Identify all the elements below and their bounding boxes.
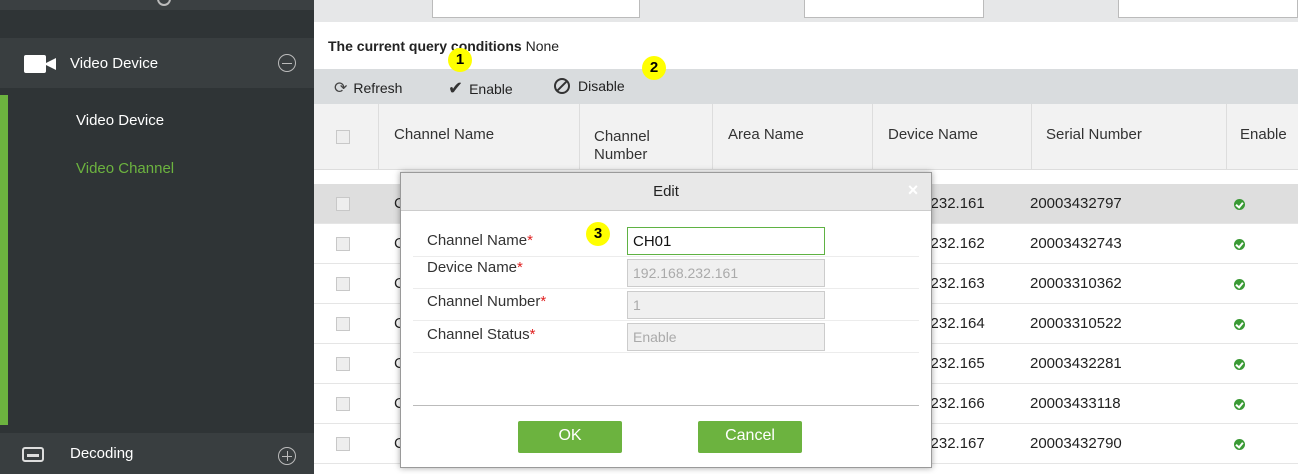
disable-button[interactable]: Disable [554, 78, 625, 94]
refresh-button[interactable]: ⟳ Refresh [334, 78, 402, 98]
dialog-title: Edit [653, 183, 679, 200]
enabled-check-icon [1234, 359, 1245, 370]
serial-number-cell: 20003310522 [1030, 315, 1122, 332]
form-row-channel-number: Channel Number* 1 [413, 289, 919, 321]
column-header[interactable]: Enable [1240, 126, 1287, 144]
serial-number-cell: 20003432790 [1030, 435, 1122, 452]
column-header[interactable]: Channel Name [394, 126, 494, 144]
power-icon[interactable] [157, 0, 171, 6]
field-label: Channel Name* [427, 232, 533, 249]
sidebar-section-label: Video Device [70, 54, 159, 72]
row-checkbox[interactable] [336, 277, 350, 291]
video-camera-icon [24, 55, 58, 73]
query-value: None [525, 38, 560, 54]
row-checkbox[interactable] [336, 237, 350, 251]
collapse-icon[interactable] [278, 54, 296, 72]
decoder-icon [22, 447, 44, 462]
column-header[interactable]: Channel Number [594, 128, 674, 164]
serial-number-cell: 20003432743 [1030, 235, 1122, 252]
query-conditions: The current query conditions None [328, 38, 559, 54]
row-checkbox[interactable] [336, 437, 350, 451]
row-checkbox[interactable] [336, 197, 350, 211]
disable-icon [554, 78, 570, 94]
sidebar-item-video-device[interactable]: Video Device [76, 112, 164, 129]
search-field[interactable] [1118, 0, 1298, 18]
channel-number-input: 1 [627, 291, 825, 319]
serial-number-cell: 20003310362 [1030, 275, 1122, 292]
sidebar-section-label: Decoding [70, 445, 134, 462]
ok-button[interactable]: OK [518, 421, 622, 453]
sidebar-section-decoding[interactable]: Decoding [0, 433, 314, 474]
enable-label: Enable [469, 80, 513, 97]
close-icon[interactable]: × [903, 180, 923, 200]
field-label: Channel Status* [427, 326, 536, 343]
enabled-check-icon [1234, 199, 1245, 210]
refresh-icon: ⟳ [334, 80, 348, 97]
enabled-check-icon [1234, 439, 1245, 450]
enabled-check-icon [1234, 279, 1245, 290]
callout-badge: 1 [448, 48, 472, 72]
select-all-checkbox[interactable] [336, 130, 350, 144]
channel-status-input: Enable [627, 323, 825, 351]
sidebar-submenu: Video Device Video Channel [0, 95, 314, 425]
expand-icon[interactable] [278, 447, 296, 465]
refresh-label: Refresh [353, 80, 403, 96]
edit-dialog: Edit × Channel Name* CH01 Device Name* 1… [400, 172, 932, 468]
form-row-device-name: Device Name* 192.168.232.161 [413, 257, 919, 289]
field-label: Device Name* [427, 259, 523, 276]
search-field[interactable] [432, 0, 640, 18]
enabled-check-icon [1234, 239, 1245, 250]
query-label: The current query conditions [328, 38, 522, 54]
row-checkbox[interactable] [336, 317, 350, 331]
column-header[interactable]: Area Name [728, 126, 804, 144]
callout-badge: 2 [642, 56, 666, 80]
serial-number-cell: 20003433118 [1030, 395, 1121, 412]
search-field[interactable] [804, 0, 984, 18]
row-checkbox[interactable] [336, 397, 350, 411]
channel-name-input[interactable]: CH01 [627, 227, 825, 255]
sidebar: Video Device Video Device Video Channel … [0, 0, 314, 474]
enabled-check-icon [1234, 399, 1245, 410]
enabled-check-icon [1234, 319, 1245, 330]
dialog-header: Edit × [401, 173, 931, 211]
toolbar: ⟳ Refresh ✔ Enable Disable [314, 69, 1298, 104]
column-header[interactable]: Device Name [888, 126, 978, 144]
sidebar-item-video-channel[interactable]: Video Channel [76, 160, 174, 177]
check-icon: ✔ [448, 78, 464, 98]
form-row-channel-status: Channel Status* Enable [413, 321, 919, 353]
table-header: Channel Name Channel Number Area Name De… [314, 104, 1298, 170]
device-name-input: 192.168.232.161 [627, 259, 825, 287]
dialog-divider [413, 405, 919, 406]
sidebar-top-strip [0, 0, 314, 10]
cancel-button[interactable]: Cancel [698, 421, 802, 453]
serial-number-cell: 20003432281 [1030, 355, 1122, 372]
enable-button[interactable]: ✔ Enable [448, 78, 513, 99]
field-label: Channel Number* [427, 293, 547, 310]
sidebar-section-video-device[interactable]: Video Device [0, 38, 314, 88]
disable-label: Disable [578, 78, 625, 94]
serial-number-cell: 20003432797 [1030, 195, 1122, 212]
column-header[interactable]: Serial Number [1046, 126, 1142, 144]
form-row-channel-name: Channel Name* CH01 [413, 225, 919, 257]
row-checkbox[interactable] [336, 357, 350, 371]
search-bar [314, 0, 1298, 22]
callout-badge: 3 [586, 222, 610, 246]
